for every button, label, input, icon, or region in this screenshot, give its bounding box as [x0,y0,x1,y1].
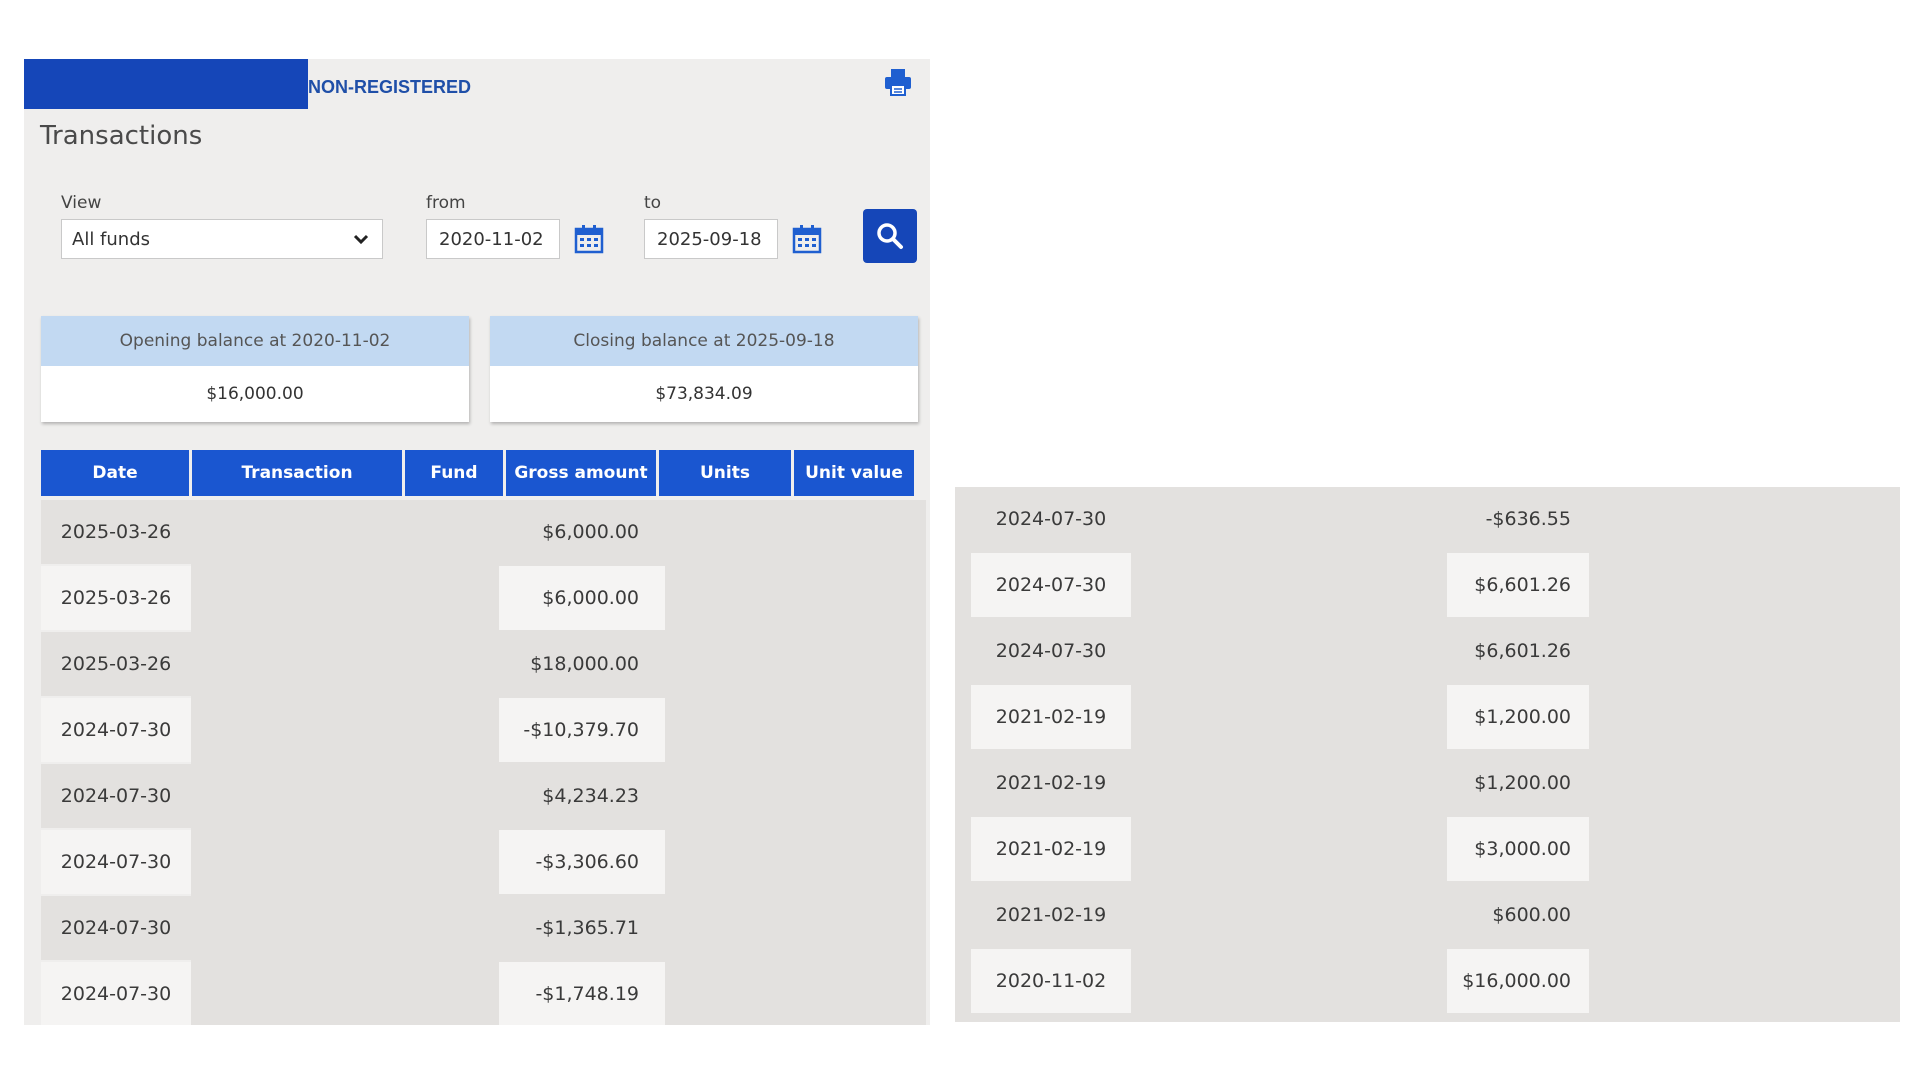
row-date: 2021-02-19 [971,817,1131,881]
table-row[interactable]: 2024-07-30 -$3,306.60 [41,830,926,896]
row-date: 2024-07-30 [41,962,191,1025]
row-date: 2024-07-30 [41,764,191,828]
row-date: 2025-03-26 [41,566,191,630]
to-calendar-icon[interactable] [791,223,823,255]
search-icon [877,223,903,249]
table-row[interactable]: 2021-02-19 $1,200.00 [971,685,1886,751]
row-date: 2024-07-30 [41,830,191,894]
row-gross-amount: $6,601.26 [1447,553,1589,617]
row-date: 2024-07-30 [41,896,191,960]
row-gross-amount: $6,000.00 [499,500,665,564]
table-row[interactable]: 2021-02-19 $3,000.00 [971,817,1886,883]
row-gross-amount: -$636.55 [1447,487,1589,551]
col-unit-value[interactable]: Unit value [794,450,914,496]
row-gross-amount: $16,000.00 [1447,949,1589,1013]
row-gross-amount: -$3,306.60 [499,830,665,894]
transactions-table-left: 2025-03-26 $6,000.00 2025-03-26 $6,000.0… [41,500,926,1025]
transactions-table-continued: 2024-07-30 -$636.55 2024-07-30 $6,601.26… [955,487,1900,1022]
table-row[interactable]: 2024-07-30 -$1,365.71 [41,896,926,962]
search-button[interactable] [863,209,917,263]
row-gross-amount: $6,601.26 [1447,619,1589,683]
opening-balance-value: $16,000.00 [206,384,304,404]
print-icon[interactable] [882,67,914,97]
row-gross-amount: $3,000.00 [1447,817,1589,881]
row-date: 2024-07-30 [971,619,1131,683]
row-gross-amount: -$1,748.19 [499,962,665,1025]
view-select-value: All funds [72,228,150,250]
from-calendar-icon[interactable] [573,223,605,255]
to-label: to [644,193,662,213]
row-date: 2024-07-30 [41,698,191,762]
to-date-input[interactable]: 2025-09-18 [644,219,778,259]
closing-balance-card: Closing balance at 2025-09-18 $73,834.09 [490,316,918,422]
col-units[interactable]: Units [659,450,791,496]
row-gross-amount: $1,200.00 [1447,751,1589,815]
row-date: 2024-07-30 [971,487,1131,551]
row-gross-amount: $600.00 [1447,883,1589,947]
row-date: 2025-03-26 [41,632,191,696]
row-gross-amount: -$10,379.70 [499,698,665,762]
table-row[interactable]: 2024-07-30 $6,601.26 [971,553,1886,619]
table-row[interactable]: 2024-07-30 $6,601.26 [971,619,1886,685]
closing-balance-value: $73,834.09 [655,384,753,404]
row-date: 2021-02-19 [971,685,1131,749]
table-row[interactable]: 2024-07-30 -$1,748.19 [41,962,926,1025]
opening-balance-card: Opening balance at 2020-11-02 $16,000.00 [41,316,469,422]
opening-balance-label: Opening balance at 2020-11-02 [41,316,469,366]
row-gross-amount: $4,234.23 [499,764,665,828]
view-label: View [61,193,102,213]
account-type-label: NON-REGISTERED [308,77,472,97]
row-gross-amount: $6,000.00 [499,566,665,630]
row-date: 2021-02-19 [971,883,1131,947]
table-row[interactable]: 2025-03-26 $6,000.00 [41,500,926,566]
table-row[interactable]: 2021-02-19 $600.00 [971,883,1886,949]
col-gross-amount[interactable]: Gross amount [506,450,656,496]
from-date-input[interactable]: 2020-11-02 [426,219,560,259]
col-transaction[interactable]: Transaction [192,450,402,496]
row-date: 2024-07-30 [971,553,1131,617]
table-row[interactable]: 2024-07-30 $4,234.23 [41,764,926,830]
view-select[interactable]: All funds [61,219,383,259]
row-date: 2020-11-02 [971,949,1131,1013]
table-row[interactable]: 2025-03-26 $6,000.00 [41,566,926,632]
row-date: 2025-03-26 [41,500,191,564]
table-row[interactable]: 2020-11-02 $16,000.00 [971,949,1886,1015]
col-date[interactable]: Date [41,450,189,496]
brand-banner [24,59,308,109]
row-gross-amount: $1,200.00 [1447,685,1589,749]
row-date: 2021-02-19 [971,751,1131,815]
table-row[interactable]: 2025-03-26 $18,000.00 [41,632,926,698]
chevron-down-icon [353,234,369,245]
table-row[interactable]: 2021-02-19 $1,200.00 [971,751,1886,817]
row-gross-amount: -$1,365.71 [499,896,665,960]
table-header: Date Transaction Fund Gross amount Units… [41,450,917,496]
table-row[interactable]: 2024-07-30 -$10,379.70 [41,698,926,764]
closing-balance-label: Closing balance at 2025-09-18 [490,316,918,366]
row-gross-amount: $18,000.00 [499,632,665,696]
table-row[interactable]: 2024-07-30 -$636.55 [971,487,1886,553]
transactions-panel: NON-REGISTERED Transactions View All fun… [24,59,930,1025]
col-fund[interactable]: Fund [405,450,503,496]
from-label: from [426,193,466,213]
page-title: Transactions [40,121,203,151]
